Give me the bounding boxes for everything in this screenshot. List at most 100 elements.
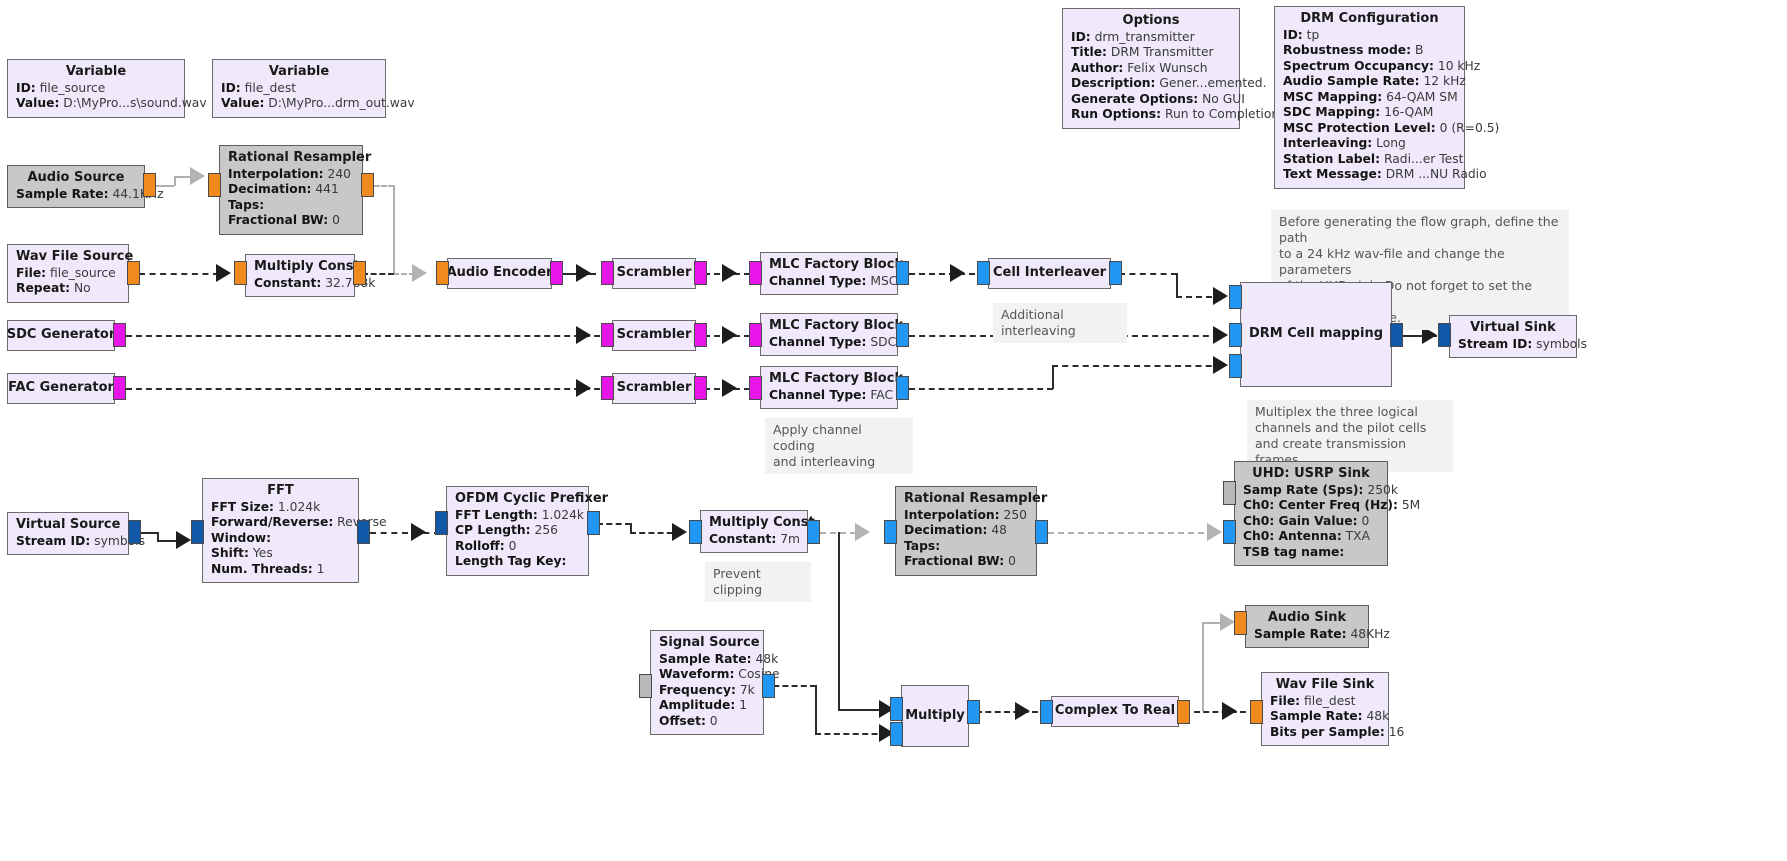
block-drm-cell-mapping[interactable]: DRM Cell mapping	[1240, 282, 1392, 387]
param-row: Fractional BW: 0	[904, 554, 1016, 568]
block-cell-interleaver[interactable]: Cell Interleaver	[988, 258, 1111, 289]
block-multiply-const-msc[interactable]: Multiply Const Constant: 32.768k	[245, 254, 375, 297]
port-multiply-out[interactable]	[967, 700, 980, 724]
port-mlc-msc-in[interactable]	[749, 261, 762, 285]
port-audio-encoder-out[interactable]	[550, 261, 563, 285]
block-drm-configuration[interactable]: DRM Configuration ID: tp Robustness mode…	[1274, 6, 1499, 189]
port-mlc-sdc-in[interactable]	[749, 323, 762, 347]
block-title: Options	[1122, 13, 1180, 28]
port-mlc-msc-out[interactable]	[896, 261, 909, 285]
block-fac-generator[interactable]: FAC Generator	[7, 373, 115, 404]
port-multiply-const-clip-out[interactable]	[807, 520, 820, 544]
port-uhd-usrp-sink-in[interactable]	[1223, 520, 1236, 544]
wire-ci-dcm-h1	[1119, 273, 1177, 275]
block-options[interactable]: Options ID: drm_transmitter Title: DRM T…	[1062, 8, 1279, 129]
param-row: Decimation: 48	[904, 523, 1007, 537]
port-sdc-generator-out[interactable]	[113, 323, 126, 347]
param-row: Ch0: Gain Value: 0	[1243, 513, 1370, 528]
block-mlc-factory-msc[interactable]: MLC Factory Block Channel Type: MSC	[760, 252, 903, 295]
port-rational-resampler-bottom-out[interactable]	[1035, 520, 1048, 544]
block-mlc-factory-fac[interactable]: MLC Factory Block Channel Type: FAC	[760, 366, 903, 409]
port-wav-file-sink-in[interactable]	[1250, 700, 1263, 724]
port-fft-in[interactable]	[191, 520, 204, 544]
block-multiply-const-clip[interactable]: Multiply Const Constant: 7m	[700, 510, 815, 553]
block-rational-resampler-bottom[interactable]: Rational Resampler Interpolation: 250 De…	[895, 486, 1047, 576]
block-variable-file-dest[interactable]: Variable ID: file_dest Value: D:\MyPro..…	[212, 59, 415, 118]
param-row: Window:	[211, 530, 272, 545]
block-rational-resampler-top[interactable]: Rational Resampler Interpolation: 240 De…	[219, 145, 371, 235]
block-title: Multiply Const	[709, 515, 815, 530]
port-audio-sink-in[interactable]	[1234, 611, 1247, 635]
port-cell-interleaver-out[interactable]	[1109, 261, 1122, 285]
block-title: Scrambler	[616, 265, 692, 281]
block-wav-file-sink[interactable]: Wav File Sink File: file_dest Sample Rat…	[1261, 672, 1404, 746]
param-row: Length Tag Key:	[455, 554, 567, 568]
block-audio-encoder[interactable]: Audio Encoder	[447, 258, 552, 289]
block-sdc-generator[interactable]: SDC Generator	[7, 320, 115, 351]
block-mlc-factory-sdc[interactable]: MLC Factory Block Channel Type: SDC	[760, 313, 904, 356]
port-multiply-const-msc-in[interactable]	[234, 261, 247, 285]
port-drm-cell-mapping-in2[interactable]	[1229, 354, 1242, 378]
comment-channel-coding: Apply channel coding and interleaving	[765, 418, 913, 474]
port-virtual-sink-in[interactable]	[1438, 323, 1451, 347]
port-multiply-const-clip-in[interactable]	[689, 520, 702, 544]
block-variable-file-source[interactable]: Variable ID: file_source Value: D:\MyPro…	[7, 59, 207, 118]
port-audio-encoder-in[interactable]	[436, 261, 449, 285]
port-complex-to-real-out[interactable]	[1177, 700, 1190, 724]
param-row: Description: Gener...emented.	[1071, 76, 1267, 90]
block-ofdm-cyclic-prefixer[interactable]: OFDM Cyclic Prefixer FFT Length: 1.024k …	[446, 486, 608, 576]
port-cell-interleaver-in[interactable]	[977, 261, 990, 285]
block-audio-sink[interactable]: Audio Sink Sample Rate: 48KHz	[1245, 605, 1390, 648]
port-drm-cell-mapping-in1[interactable]	[1229, 323, 1242, 347]
block-scrambler-sdc[interactable]: Scrambler	[612, 320, 696, 351]
block-multiply[interactable]: Multiply	[901, 685, 969, 747]
port-multiply-const-msc-out[interactable]	[353, 261, 366, 285]
param-row: ID: tp	[1283, 27, 1320, 42]
port-ofdm-in[interactable]	[435, 511, 448, 535]
param-row: MSC Mapping: 64-QAM SM	[1283, 89, 1458, 104]
port-drm-cell-mapping-out[interactable]	[1390, 323, 1403, 347]
wire-fft-ofdm	[370, 532, 440, 534]
port-wav-file-source-out[interactable]	[127, 261, 140, 285]
port-multiply-in1[interactable]	[890, 722, 903, 746]
port-scrambler-msc-in[interactable]	[601, 261, 614, 285]
port-scrambler-fac-in[interactable]	[601, 376, 614, 400]
port-rational-resampler-top-in[interactable]	[208, 173, 221, 197]
param-row: Channel Type: MSC	[769, 273, 898, 288]
block-fft[interactable]: FFT FFT Size: 1.024k Forward/Reverse: Re…	[202, 478, 387, 583]
port-rational-resampler-bottom-in[interactable]	[884, 520, 897, 544]
block-wav-file-source[interactable]: Wav File Source File: file_source Repeat…	[7, 244, 133, 303]
flowgraph-canvas[interactable]: Variable ID: file_source Value: D:\MyPro…	[0, 0, 1787, 861]
block-uhd-usrp-sink[interactable]: UHD: USRP Sink Samp Rate (Sps): 250k Ch0…	[1234, 461, 1420, 566]
block-title: MLC Factory Block	[769, 318, 904, 333]
port-scrambler-fac-out[interactable]	[694, 376, 707, 400]
comment-prevent-clipping: Prevent clipping	[705, 562, 811, 602]
port-rational-resampler-top-out[interactable]	[361, 173, 374, 197]
port-mlc-fac-out[interactable]	[896, 376, 909, 400]
port-scrambler-sdc-out[interactable]	[694, 323, 707, 347]
block-audio-source[interactable]: Audio Source Sample Rate: 44.1KHz	[7, 165, 164, 208]
port-scrambler-sdc-in[interactable]	[601, 323, 614, 347]
port-multiply-in0[interactable]	[890, 697, 903, 721]
port-mlc-fac-in[interactable]	[749, 376, 762, 400]
port-uhd-usrp-sink-cmd[interactable]	[1223, 481, 1236, 505]
param-row: Constant: 7m	[709, 531, 801, 546]
block-signal-source[interactable]: Signal Source Sample Rate: 48k Waveform:…	[650, 630, 780, 735]
port-drm-cell-mapping-in0[interactable]	[1229, 285, 1242, 309]
port-signal-source-cmd[interactable]	[639, 674, 652, 698]
port-audio-source-out[interactable]	[143, 173, 156, 197]
port-fac-generator-out[interactable]	[113, 376, 126, 400]
port-virtual-source-out[interactable]	[128, 520, 141, 544]
port-fft-out[interactable]	[357, 520, 370, 544]
port-scrambler-msc-out[interactable]	[694, 261, 707, 285]
block-scrambler-msc[interactable]: Scrambler	[612, 258, 696, 289]
block-complex-to-real[interactable]: Complex To Real	[1051, 696, 1179, 727]
port-complex-to-real-in[interactable]	[1040, 700, 1053, 724]
block-virtual-sink[interactable]: Virtual Sink Stream ID: symbols	[1449, 315, 1587, 358]
port-mlc-sdc-out[interactable]	[896, 323, 909, 347]
param-row: ID: drm_transmitter	[1071, 29, 1195, 44]
port-signal-source-out[interactable]	[762, 674, 775, 698]
block-virtual-source[interactable]: Virtual Source Stream ID: symbols	[7, 512, 145, 555]
port-ofdm-out[interactable]	[587, 511, 600, 535]
block-scrambler-fac[interactable]: Scrambler	[612, 373, 696, 404]
